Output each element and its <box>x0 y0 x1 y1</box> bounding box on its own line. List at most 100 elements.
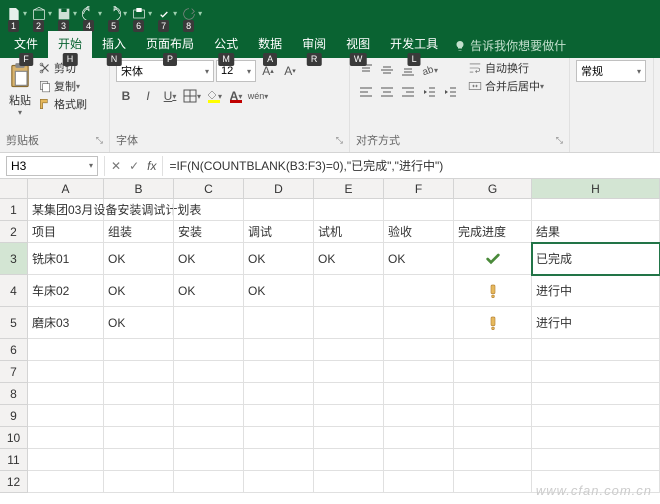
cell-D1[interactable] <box>244 199 314 221</box>
cell-F3[interactable]: OK <box>384 243 454 275</box>
cell-A4[interactable]: 车床02 <box>28 275 104 307</box>
underline-button[interactable]: U▾ <box>160 86 180 106</box>
cell-F8[interactable] <box>384 383 454 405</box>
cell-C1[interactable] <box>174 199 244 221</box>
row-header-3[interactable]: 3 <box>0 243 28 275</box>
tab-p[interactable]: 页面布局P <box>136 31 204 58</box>
cell-D4[interactable]: OK <box>244 275 314 307</box>
row-header-9[interactable]: 9 <box>0 405 28 427</box>
merge-center-button[interactable]: 合并后居中▾ <box>468 78 544 94</box>
fx-icon[interactable]: fx <box>147 159 156 173</box>
name-box[interactable]: H3▾ <box>6 156 98 176</box>
cell-C6[interactable] <box>174 339 244 361</box>
cell-B9[interactable] <box>104 405 174 427</box>
tab-f[interactable]: 文件F <box>4 31 48 58</box>
cell-B2[interactable]: 组装 <box>104 221 174 243</box>
cell-A6[interactable] <box>28 339 104 361</box>
qat-button-8[interactable]: ▾8 <box>181 6 202 22</box>
cell-F11[interactable] <box>384 449 454 471</box>
tell-me-search[interactable]: 告诉我你想要做什 <box>448 33 572 58</box>
cell-G7[interactable] <box>454 361 532 383</box>
cell-F7[interactable] <box>384 361 454 383</box>
copy-button[interactable]: 复制▾ <box>38 78 87 94</box>
italic-button[interactable]: I <box>138 86 158 106</box>
tab-h[interactable]: 开始H <box>48 31 92 58</box>
cell-F10[interactable] <box>384 427 454 449</box>
row-header-2[interactable]: 2 <box>0 221 28 243</box>
accept-formula-icon[interactable]: ✓ <box>129 159 139 173</box>
cell-E12[interactable] <box>314 471 384 493</box>
cell-C2[interactable]: 安装 <box>174 221 244 243</box>
cell-B5[interactable]: OK <box>104 307 174 339</box>
cell-E4[interactable] <box>314 275 384 307</box>
cell-D6[interactable] <box>244 339 314 361</box>
cell-H10[interactable] <box>532 427 660 449</box>
cell-E7[interactable] <box>314 361 384 383</box>
cell-G1[interactable] <box>454 199 532 221</box>
cell-B12[interactable] <box>104 471 174 493</box>
cell-B6[interactable] <box>104 339 174 361</box>
align-right-button[interactable] <box>398 82 418 102</box>
cell-E3[interactable]: OK <box>314 243 384 275</box>
cell-H5[interactable]: 进行中 <box>532 307 660 339</box>
cell-F6[interactable] <box>384 339 454 361</box>
cell-A10[interactable] <box>28 427 104 449</box>
cell-A5[interactable]: 磨床03 <box>28 307 104 339</box>
tab-n[interactable]: 插入N <box>92 31 136 58</box>
cell-G5[interactable] <box>454 307 532 339</box>
cell-D5[interactable] <box>244 307 314 339</box>
cell-G4[interactable] <box>454 275 532 307</box>
align-left-button[interactable] <box>356 82 376 102</box>
row-header-4[interactable]: 4 <box>0 275 28 307</box>
qat-button-1[interactable]: ▾1 <box>6 6 27 22</box>
spreadsheet-grid[interactable]: ABCDEFGH 1某集团03月设备安装调试计划表2项目组装安装调试试机验收完成… <box>0 179 660 493</box>
cell-C10[interactable] <box>174 427 244 449</box>
cell-G3[interactable] <box>454 243 532 275</box>
col-header-A[interactable]: A <box>28 179 104 198</box>
paste-dropdown-icon[interactable]: ▾ <box>18 108 22 117</box>
tab-r[interactable]: 审阅R <box>292 31 336 58</box>
cell-D2[interactable]: 调试 <box>244 221 314 243</box>
cell-G11[interactable] <box>454 449 532 471</box>
cell-A9[interactable] <box>28 405 104 427</box>
font-color-button[interactable]: A▾ <box>226 86 246 106</box>
tab-m[interactable]: 公式M <box>204 31 248 58</box>
qat-button-3[interactable]: ▾3 <box>56 6 77 22</box>
fill-color-button[interactable]: ▾ <box>204 86 224 106</box>
cell-C5[interactable] <box>174 307 244 339</box>
col-header-F[interactable]: F <box>384 179 454 198</box>
cell-H7[interactable] <box>532 361 660 383</box>
cell-E8[interactable] <box>314 383 384 405</box>
cell-D12[interactable] <box>244 471 314 493</box>
cell-E11[interactable] <box>314 449 384 471</box>
cell-G10[interactable] <box>454 427 532 449</box>
row-header-8[interactable]: 8 <box>0 383 28 405</box>
cell-F5[interactable] <box>384 307 454 339</box>
decrease-font-icon[interactable]: A▾ <box>280 61 300 81</box>
tab-w[interactable]: 视图W <box>336 31 380 58</box>
cell-B10[interactable] <box>104 427 174 449</box>
qat-button-6[interactable]: ▾6 <box>131 6 152 22</box>
number-format-select[interactable]: 常规▾ <box>576 60 646 82</box>
clipboard-launcher-icon[interactable]: ⤡ <box>96 135 103 146</box>
cell-D3[interactable]: OK <box>244 243 314 275</box>
col-header-G[interactable]: G <box>454 179 532 198</box>
cell-H1[interactable] <box>532 199 660 221</box>
cell-A2[interactable]: 项目 <box>28 221 104 243</box>
bold-button[interactable]: B <box>116 86 136 106</box>
qat-button-4[interactable]: ▾4 <box>81 6 102 22</box>
cell-B11[interactable] <box>104 449 174 471</box>
font-launcher-icon[interactable]: ⤡ <box>336 135 343 146</box>
orientation-button[interactable]: ab▾ <box>419 60 439 80</box>
cell-B3[interactable]: OK <box>104 243 174 275</box>
align-center-button[interactable] <box>377 82 397 102</box>
cell-C11[interactable] <box>174 449 244 471</box>
cell-H2[interactable]: 结果 <box>532 221 660 243</box>
cell-D11[interactable] <box>244 449 314 471</box>
cell-F12[interactable] <box>384 471 454 493</box>
cell-B7[interactable] <box>104 361 174 383</box>
cell-A11[interactable] <box>28 449 104 471</box>
paste-label[interactable]: 粘贴 <box>9 92 31 108</box>
cell-B8[interactable] <box>104 383 174 405</box>
cell-H8[interactable] <box>532 383 660 405</box>
